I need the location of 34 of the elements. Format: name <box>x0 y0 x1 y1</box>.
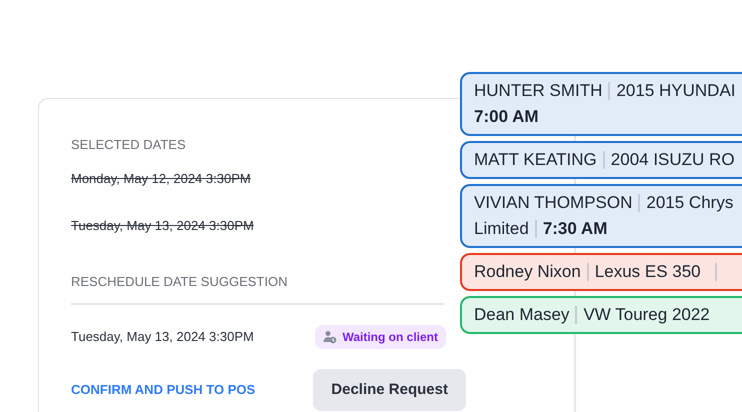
status-badge: Waiting on client <box>315 325 446 349</box>
separator <box>602 151 605 169</box>
separator <box>534 220 537 238</box>
separator <box>586 263 589 281</box>
appointment-text: MATT KEATING <box>474 149 597 171</box>
appointment-text: 2004 ISUZU RO <box>610 149 735 171</box>
appointment-card[interactable]: HUNTER SMITH 2015 HYUNDAI 7:00 AM <box>460 72 742 136</box>
appointment-text: Rodney Nixon <box>474 261 581 283</box>
appointment-text: VW Toureg 2022 <box>583 304 710 326</box>
section-heading: SELECTED DATES <box>71 136 187 154</box>
appointment-time: 7:00 AM <box>474 106 539 128</box>
appointment-text: HUNTER SMITH <box>474 80 602 102</box>
selected-date: Monday, May 12, 2024 3:30PM <box>71 170 252 188</box>
selected-date: Tuesday, May 13, 2024 3:30PM <box>71 217 255 235</box>
appointment-time: 7:30 AM <box>542 218 608 240</box>
separator <box>608 82 610 100</box>
appointment-card[interactable]: VIVIAN THOMPSON 2015 Chrys Limited 7:30 AM <box>460 184 742 248</box>
decline-button[interactable]: Decline Request <box>313 369 466 411</box>
section-heading: RESCHEDULE DATE SUGGESTION <box>71 272 288 290</box>
separator <box>575 306 578 324</box>
appointment-text: Lexus ES 350 <box>594 261 701 283</box>
suggested-date: Tuesday, May 13, 2024 3:30PM <box>71 328 254 346</box>
separator <box>638 194 640 212</box>
appointment-card[interactable]: Dean Masey VW Toureg 2022 <box>460 296 742 334</box>
appointment-text: 2015 Chrys <box>646 192 734 214</box>
confirm-link[interactable]: CONFIRM AND PUSH TO POS <box>71 380 256 400</box>
appointment-text: VIVIAN THOMPSON <box>474 192 632 214</box>
appointment-text: Limited <box>474 218 529 240</box>
person-clock-icon <box>323 330 338 344</box>
appointment-text: Dean Masey <box>474 304 570 326</box>
appointment-text: 2015 HYUNDAI <box>616 80 736 102</box>
appointment-card[interactable]: MATT KEATING 2004 ISUZU RO <box>460 141 742 179</box>
separator <box>714 263 717 281</box>
appointment-card[interactable]: Rodney Nixon Lexus ES 350 <box>460 253 742 291</box>
